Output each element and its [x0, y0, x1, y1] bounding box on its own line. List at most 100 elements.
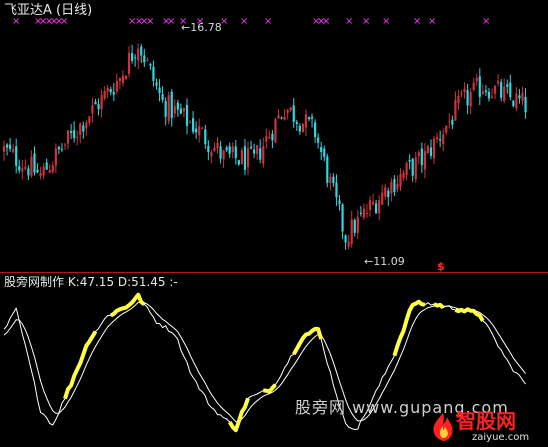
candle [506, 79, 509, 94]
candle [387, 187, 390, 206]
candle [85, 120, 88, 136]
candle [97, 98, 100, 116]
candle [402, 169, 405, 182]
signal-marker: × [167, 16, 175, 27]
candle [237, 159, 240, 166]
candle [457, 90, 460, 111]
candle [134, 54, 137, 67]
candle [292, 98, 295, 128]
candle [493, 84, 497, 100]
candle [185, 98, 189, 135]
candle [66, 130, 70, 150]
candle [286, 109, 289, 120]
candle [76, 130, 79, 146]
candle [234, 140, 237, 165]
stock-chart-canvas[interactable]: × ×××××× ×××× ×× × × × × × ××× × × × × × × [0, 0, 548, 447]
candle [143, 48, 146, 68]
candle [106, 84, 109, 98]
candle [512, 100, 515, 108]
signal-marker: × [362, 16, 370, 27]
candle [262, 137, 265, 168]
candle [109, 86, 112, 96]
candle [121, 70, 125, 87]
candle [39, 166, 42, 180]
candle [521, 86, 524, 106]
candle [88, 116, 91, 126]
candle [466, 83, 469, 115]
candle [231, 142, 234, 159]
candle [432, 135, 436, 165]
candle [359, 206, 362, 217]
candle [277, 109, 280, 120]
candle [137, 43, 140, 69]
candle [155, 78, 158, 90]
candle [353, 218, 356, 237]
candle [329, 172, 332, 191]
candle [21, 159, 24, 180]
candle [51, 161, 54, 174]
candle [176, 99, 179, 117]
k-highlight-segment [433, 302, 445, 310]
candle [216, 137, 219, 154]
candle [384, 184, 387, 200]
candle [332, 173, 335, 188]
candle [170, 89, 173, 127]
candle [271, 129, 274, 149]
high-price-label: ←16.78 [181, 21, 222, 34]
candle [442, 128, 445, 152]
candle [307, 116, 311, 122]
candle [179, 103, 182, 115]
candle [115, 73, 118, 95]
candle [341, 203, 344, 240]
candle [5, 142, 9, 156]
brand-url: zaiyue.com [472, 432, 530, 443]
signal-marker: × [413, 16, 421, 27]
candle [219, 141, 222, 164]
candle [201, 126, 204, 130]
signal-marker: × [428, 16, 436, 27]
candle [283, 109, 286, 121]
low-price-label: ←11.09 [364, 255, 405, 268]
candle [27, 165, 30, 181]
candle [198, 118, 201, 143]
indicator-title: 股旁网制作 K:47.15 D:51.45 :- [4, 275, 178, 289]
candle [48, 163, 51, 174]
candle [182, 107, 186, 118]
candle [18, 159, 21, 174]
candle [445, 125, 448, 136]
candle [253, 143, 256, 158]
candle [42, 162, 45, 179]
candle [451, 115, 454, 130]
candle [487, 88, 491, 102]
candle [225, 145, 228, 152]
candle [256, 144, 259, 160]
candle [310, 113, 314, 128]
candle [375, 199, 378, 215]
candle [362, 203, 365, 220]
candle [79, 122, 82, 144]
candle [524, 88, 527, 119]
candle [469, 88, 472, 115]
candle [82, 121, 85, 139]
candle [460, 90, 463, 98]
candle [344, 234, 347, 250]
k-highlight-segment [263, 383, 277, 394]
candle [2, 140, 6, 161]
candle [249, 140, 253, 150]
signal-marker: × [345, 16, 353, 27]
candle [124, 74, 128, 81]
chart-title: 飞亚达A (日线) [4, 3, 93, 18]
candle [12, 143, 15, 154]
candle [335, 174, 338, 206]
candle [131, 44, 134, 64]
signal-marker: × [382, 16, 390, 27]
buy-signal-icon: $ [437, 260, 445, 273]
candle [207, 140, 210, 161]
candle [265, 128, 268, 149]
candle [280, 116, 283, 120]
candle [365, 204, 369, 218]
candle [210, 149, 213, 164]
candle [100, 89, 103, 118]
candle [423, 143, 426, 179]
candle [188, 120, 192, 124]
